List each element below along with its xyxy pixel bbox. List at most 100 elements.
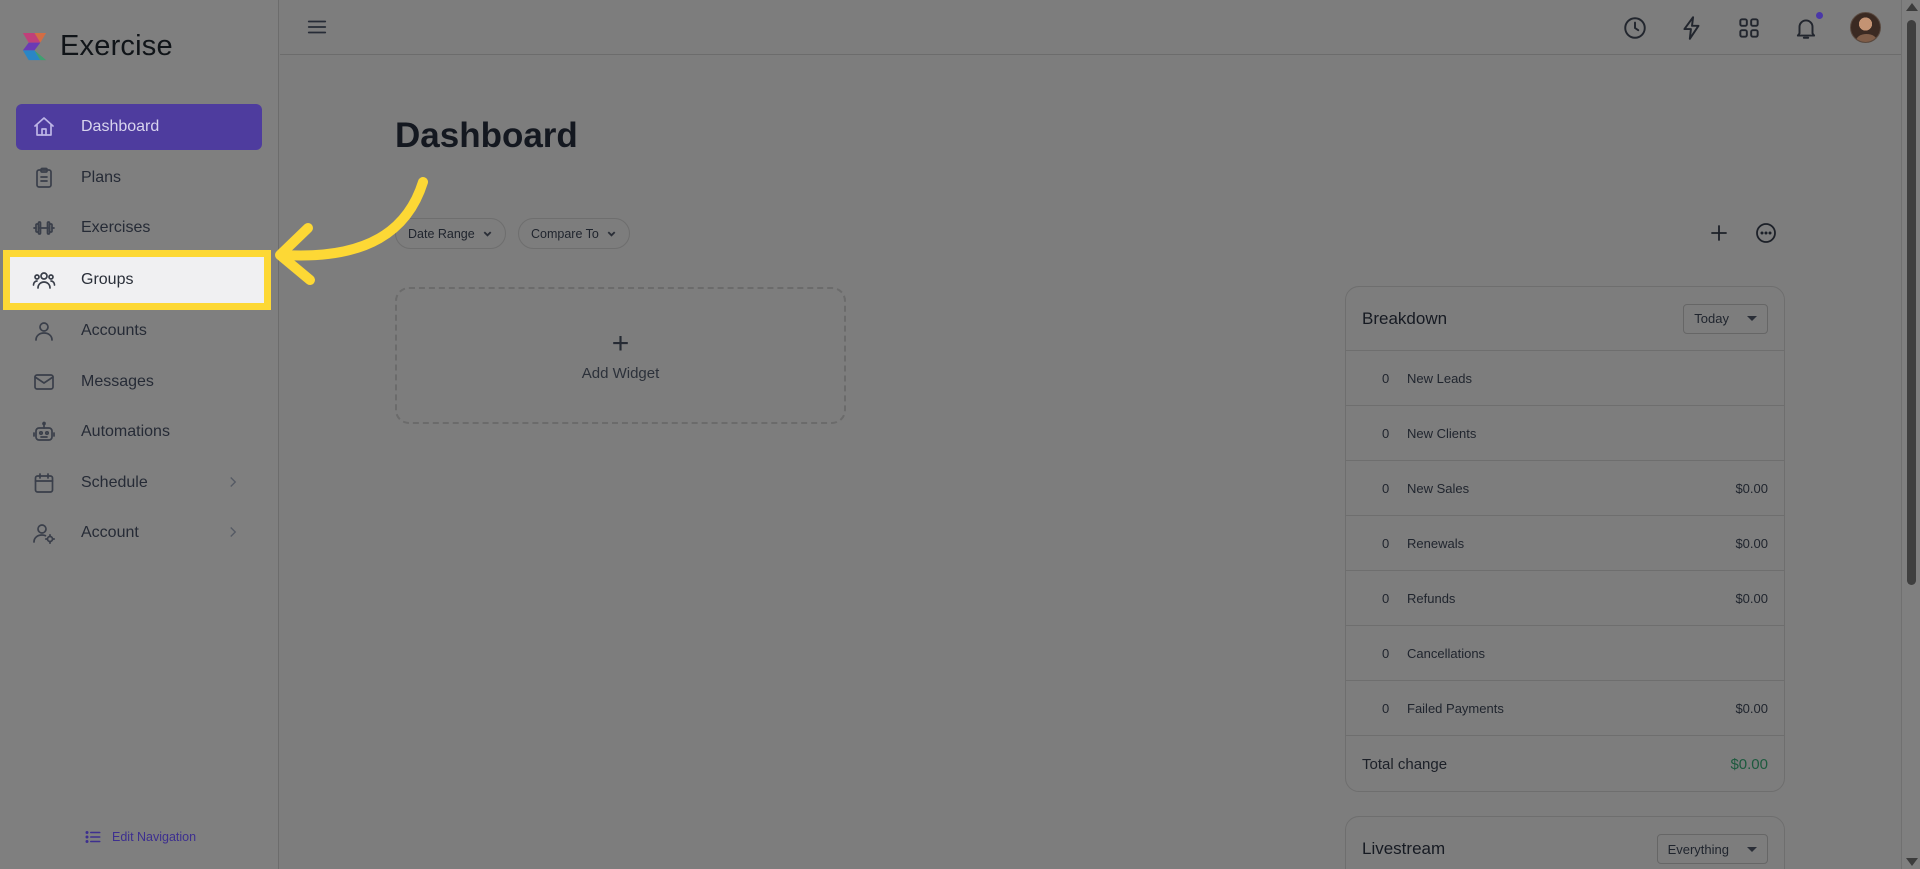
breakdown-row-amount: $0.00 [1735,535,1768,551]
breakdown-row-count: 0 [1382,590,1390,606]
breakdown-row: 0 New Clients [1346,406,1784,461]
lightning-icon[interactable] [1679,15,1705,41]
brand[interactable]: Exercise [19,30,173,63]
sidebar-item-label: Accounts [81,322,147,339]
breakdown-total: Total change $0.00 [1346,736,1784,792]
breakdown-row-label: Renewals [1407,535,1465,551]
breakdown-row-label: New Leads [1407,370,1473,386]
sidebar-item-dashboard[interactable]: Dashboard [16,104,262,150]
breakdown-row-count: 0 [1382,645,1390,661]
chevron-down-icon [607,231,616,237]
total-label: Total change [1362,755,1448,773]
bell-icon[interactable] [1793,11,1823,41]
notification-dot [1816,11,1823,19]
page-scrollbar[interactable] [1901,0,1920,869]
breakdown-row-count: 0 [1382,480,1390,496]
sidebar-item-exercises[interactable]: Exercises [16,205,262,251]
breakdown-row-count: 0 [1382,700,1390,716]
compare-to-filter[interactable]: Compare To [518,218,630,249]
brand-logo-icon [22,32,47,61]
breakdown-row-amount: $0.00 [1735,480,1768,496]
breakdown-period-select[interactable]: Today [1683,303,1768,334]
apps-grid-icon[interactable] [1736,15,1762,41]
breakdown-row-count: 0 [1382,425,1390,441]
sidebar-item-accounts[interactable]: Accounts [16,308,262,354]
breakdown-row-amount: $0.00 [1735,700,1768,716]
breakdown-row: 0 Cancellations [1346,626,1784,681]
scroll-up-icon[interactable] [1906,3,1918,11]
livestream-filter-select[interactable]: Everything [1656,834,1768,864]
robot-icon [31,419,57,445]
livestream-title: Livestream [1362,839,1446,858]
breakdown-row-label: Cancellations [1407,645,1486,661]
avatar[interactable] [1850,12,1881,43]
compare-to-label: Compare To [531,226,599,241]
total-amount: $0.00 [1730,755,1768,773]
user-gear-icon [31,520,57,546]
annotation-arrow [275,177,428,285]
edit-navigation-label: Edit Navigation [112,830,197,844]
add-widget-button[interactable]: + Add Widget [395,287,846,424]
sidebar-item-label: Groups [81,270,134,288]
users-icon [31,267,57,293]
sidebar-item-messages[interactable]: Messages [16,359,262,405]
edit-navigation-link[interactable]: Edit Navigation [84,828,196,846]
add-icon[interactable] [1707,221,1731,245]
breakdown-row: 0 New Sales $0.00 [1346,461,1784,516]
breakdown-row-label: Refunds [1407,590,1456,606]
breakdown-row-count: 0 [1382,535,1390,551]
breakdown-title: Breakdown [1362,308,1448,328]
breakdown-period-value: Today [1694,311,1729,326]
sidebar-item-label: Dashboard [81,118,160,135]
home-icon [31,114,57,140]
livestream-filter-value: Everything [1667,841,1729,857]
livestream-card: Livestream Everything [1345,816,1785,869]
chevron-right-icon[interactable] [224,473,242,491]
mail-icon [31,369,57,395]
plus-icon: + [611,327,630,360]
sidebar-nav: Dashboard Plans Exercises Groups Account… [3,104,271,561]
sidebar-item-account[interactable]: Account [16,510,262,556]
topbar-actions [1622,11,1881,43]
breakdown-row-count: 0 [1382,370,1390,386]
more-options-icon[interactable] [1754,221,1778,245]
breakdown-row-amount: $0.00 [1735,590,1768,606]
page-title: Dashboard [395,116,578,155]
breakdown-row: 0 New Leads [1346,351,1784,406]
breakdown-rows: 0 New Leads 0 New Clients 0 New Sales $0.00 0 Re… [1346,351,1784,736]
dumbbell-icon [31,215,57,241]
user-icon [31,318,57,344]
breakdown-row: 0 Renewals $0.00 [1346,516,1784,571]
history-icon[interactable] [1622,15,1648,41]
sidebar-item-label: Schedule [81,473,148,491]
livestream-header: Livestream Everything [1346,817,1784,869]
add-widget-label: Add Widget [581,365,660,382]
sidebar-item-automations[interactable]: Automations [16,409,262,455]
caret-down-icon [1747,846,1757,852]
sidebar-item-label: Plans [81,168,122,186]
sidebar-item-groups[interactable]: Groups [3,249,271,310]
sidebar-item-label: Exercises [81,219,151,236]
list-icon [85,831,101,843]
brand-name: Exercise [60,30,173,62]
breakdown-row-label: Failed Payments [1407,700,1504,716]
sidebar-item-schedule[interactable]: Schedule [16,460,262,506]
scroll-down-icon[interactable] [1906,858,1918,866]
breakdown-card: Breakdown Today 0 New Leads 0 New Clients 0 N… [1345,286,1785,792]
sidebar-item-plans[interactable]: Plans [16,155,262,201]
breakdown-header: Breakdown Today [1346,287,1784,351]
breakdown-row: 0 Refunds $0.00 [1346,571,1784,626]
hamburger-menu-icon[interactable] [306,16,328,38]
chevron-right-icon[interactable] [224,523,242,541]
sidebar: Exercise Dashboard Plans Exercises Group… [0,0,279,869]
sidebar-item-label: Messages [81,372,154,390]
clipboard-icon [31,165,57,191]
scroll-thumb[interactable] [1907,20,1916,585]
breakdown-row-label: New Clients [1407,425,1477,441]
breakdown-row-label: New Sales [1407,480,1470,496]
caret-down-icon [1747,316,1757,321]
topbar [280,0,1901,55]
breakdown-row: 0 Failed Payments $0.00 [1346,681,1784,736]
sidebar-item-label: Automations [81,423,170,440]
calendar-icon [31,470,57,496]
